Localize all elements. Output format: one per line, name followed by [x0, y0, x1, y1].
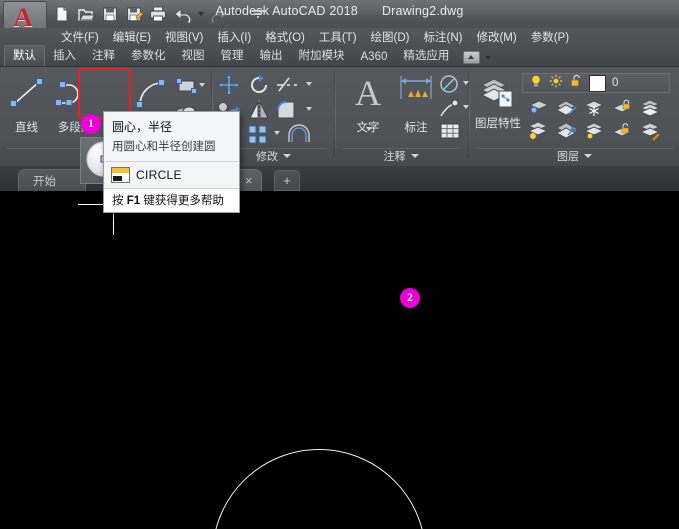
panel-annotation-label: 注释 [384, 151, 406, 163]
window-title: Autodesk AutoCAD 2018 Drawing2.dwg [0, 4, 679, 18]
tab-parametric[interactable]: 参数化 [123, 45, 174, 66]
circle-on-canvas[interactable] [212, 449, 426, 529]
chevron-down-icon [584, 154, 592, 158]
tab-manage[interactable]: 管理 [213, 45, 252, 66]
annotation-badge-1: 1 [81, 114, 101, 134]
ribbon-display-options[interactable] [463, 51, 493, 66]
multileader-icon[interactable] [438, 97, 462, 124]
layer-unlock-icon[interactable] [610, 119, 636, 146]
text-tool-button[interactable]: A 文字 [344, 71, 392, 135]
line-tool-button[interactable]: 直线 [4, 73, 49, 135]
layer-merge-icon[interactable] [638, 119, 664, 146]
unlock-icon[interactable] [569, 74, 583, 93]
tooltip-help-prefix: 按 [112, 195, 127, 207]
layer-unisolate-icon[interactable] [554, 119, 580, 146]
tab-a360[interactable]: A360 [353, 49, 396, 66]
mirror-icon[interactable] [247, 99, 271, 126]
layer-color-swatch[interactable] [589, 75, 606, 92]
panel-modify-label: 修改 [256, 151, 278, 163]
ribbon-tab-bar: 默认 插入 注释 参数化 视图 管理 输出 附加模块 A360 精选应用 [0, 48, 679, 67]
document-name: Drawing2.dwg [382, 4, 464, 18]
tab-home[interactable]: 默认 [4, 45, 45, 66]
fillet-icon[interactable] [274, 99, 300, 126]
menu-parametric[interactable]: 参数(P) [524, 28, 576, 48]
title-bar: A [0, 0, 679, 29]
dimension-icon [392, 71, 440, 113]
arc-icon [130, 73, 174, 113]
panel-annotation-title[interactable]: 注释 [336, 148, 466, 164]
array-icon[interactable] [246, 123, 270, 150]
sun-icon[interactable] [549, 74, 563, 93]
tab-addins[interactable]: 附加模块 [291, 45, 353, 66]
polyline-icon [48, 73, 102, 113]
annotation-badge-2: 2 [400, 288, 420, 308]
tooltip-help-hint: 按 F1 键获得更多帮助 [104, 188, 239, 212]
autocad-window: A [0, 0, 679, 529]
tooltip-command-row: CIRCLE [104, 162, 239, 188]
chevron-down-icon [283, 154, 291, 158]
panel-layers-label: 图层 [557, 151, 579, 163]
rectangle-icon[interactable] [174, 75, 200, 102]
layer-properties-icon [474, 71, 522, 113]
menu-modify[interactable]: 修改(M) [469, 28, 523, 48]
svg-text:A: A [355, 73, 381, 113]
circle-tool-tooltip: 圆心，半径 用圆心和半径创建圆 CIRCLE 按 F1 键获得更多帮助 [103, 111, 240, 213]
tooltip-title: 圆心，半径 [104, 112, 239, 137]
line-tool-label: 直线 [4, 119, 49, 135]
dimension-tool-label: 标注 [392, 119, 440, 135]
table-icon[interactable] [438, 121, 462, 146]
panel-annotation: A 文字 标注 [336, 67, 466, 166]
trim-icon[interactable] [275, 73, 303, 102]
lightbulb-icon[interactable] [529, 74, 543, 93]
rectangle-dropdown-icon[interactable] [199, 83, 205, 87]
circle-command-icon [111, 167, 130, 183]
panel-layers-title[interactable]: 图层 [470, 148, 679, 164]
rotate-icon[interactable] [247, 73, 271, 102]
tab-output[interactable]: 输出 [252, 45, 291, 66]
tooltip-description: 用圆心和半径创建圆 [104, 137, 239, 161]
tab-start[interactable]: 开始 [18, 169, 86, 191]
chevron-down-icon[interactable] [485, 56, 491, 60]
tab-featured-apps[interactable]: 精选应用 [395, 45, 457, 66]
tab-annotate[interactable]: 注释 [84, 45, 123, 66]
current-layer-control[interactable]: 0 [522, 73, 670, 93]
tooltip-help-key: F1 [127, 195, 140, 207]
drawing-canvas[interactable] [0, 191, 679, 529]
layer-properties-button[interactable]: 图层特性 [474, 71, 522, 130]
array-dropdown-icon[interactable] [274, 131, 280, 135]
chevron-down-icon [411, 154, 419, 158]
add-tab-icon[interactable]: + [274, 170, 300, 191]
fillet-dropdown-icon[interactable] [306, 107, 312, 111]
close-icon[interactable]: × [245, 174, 253, 187]
app-title: Autodesk AutoCAD 2018 [215, 4, 358, 18]
layer-on-icon[interactable] [526, 119, 552, 146]
offset-icon[interactable] [288, 123, 314, 150]
layer-properties-label: 图层特性 [474, 119, 522, 130]
tooltip-help-suffix: 键获得更多帮助 [140, 195, 224, 207]
leader-icon[interactable] [438, 73, 462, 100]
text-icon: A [344, 71, 392, 113]
ribbon-minimize-icon[interactable] [463, 51, 480, 64]
tab-view[interactable]: 视图 [174, 45, 213, 66]
current-layer-name: 0 [612, 77, 618, 89]
line-icon [5, 73, 49, 113]
trim-dropdown-icon[interactable] [306, 82, 312, 86]
dimension-tool-button[interactable]: 标注 [392, 71, 440, 135]
panel-layers: 图层特性 [470, 67, 679, 166]
tab-insert[interactable]: 插入 [45, 45, 84, 66]
ribbon: 直线 多段线 圆 [0, 67, 679, 167]
move-icon[interactable] [217, 73, 241, 102]
layer-thaw-icon[interactable] [582, 119, 608, 146]
tooltip-command-name: CIRCLE [136, 168, 182, 182]
text-dropdown-icon[interactable] [366, 127, 372, 131]
